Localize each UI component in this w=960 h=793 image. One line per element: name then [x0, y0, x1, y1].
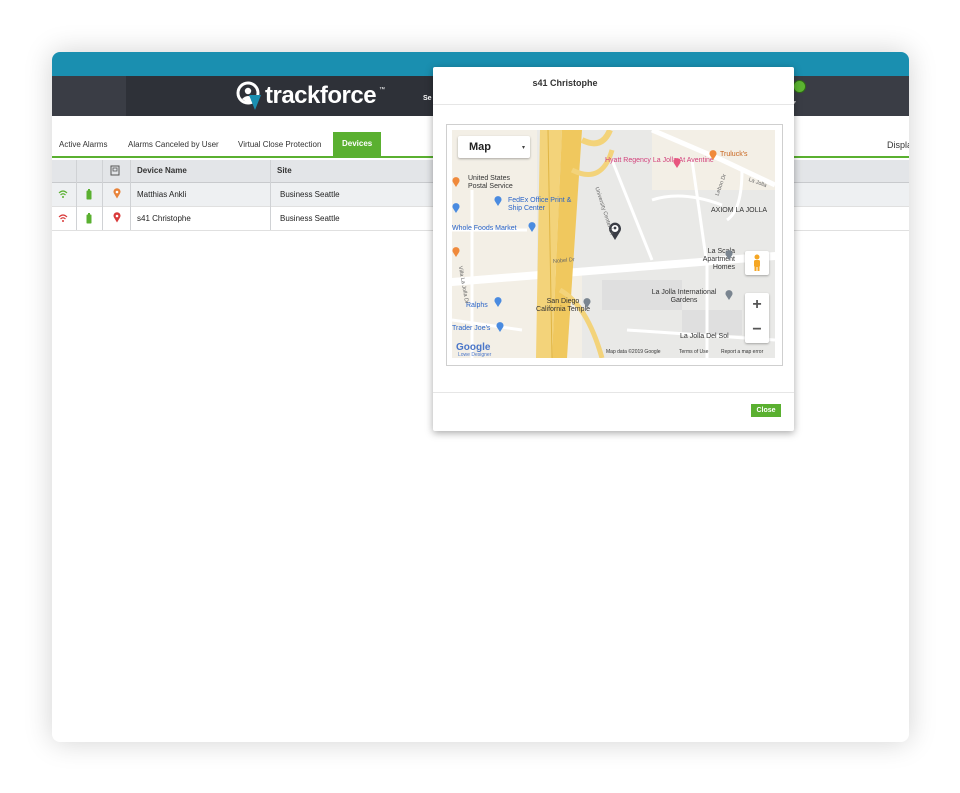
chevron-down-icon: ▾	[522, 145, 526, 151]
column-header-site[interactable]: Site	[277, 160, 292, 182]
tab-alarms-canceled-by-user[interactable]: Alarms Canceled by User	[128, 132, 219, 157]
column-divider	[270, 160, 271, 230]
user-status-dot[interactable]	[793, 80, 806, 93]
device-location-modal: s41 Christophe Map ▾ Hyatt Regency La Jo…	[433, 67, 794, 431]
terms-of-use-link[interactable]: Terms of Use	[679, 349, 708, 355]
location-pin-logo-icon	[236, 81, 261, 110]
restaurant-pin-icon[interactable]	[709, 150, 717, 160]
close-button[interactable]: Close	[751, 404, 781, 417]
trackforce-logo[interactable]: trackforce ™	[236, 80, 385, 112]
map-place-label[interactable]: Trader Joe's	[452, 325, 490, 333]
shopping-pin-icon[interactable]	[452, 203, 460, 213]
map-canvas[interactable]: Map ▾ Hyatt Regency La Jolla At Aventine…	[452, 130, 775, 358]
map-type-select[interactable]: Map ▾	[458, 136, 530, 158]
column-divider	[102, 160, 103, 230]
tab-virtual-close-protection[interactable]: Virtual Close Protection	[238, 132, 321, 157]
shopping-pin-icon[interactable]	[494, 196, 502, 206]
map-place-label[interactable]: United States Postal Service	[468, 175, 528, 191]
zoom-control: + −	[745, 293, 769, 343]
header-nav-item[interactable]: Se	[423, 95, 432, 102]
zoom-in-button[interactable]: +	[745, 293, 769, 317]
place-pin-icon[interactable]	[725, 290, 733, 300]
column-header-device-name[interactable]: Device Name	[137, 160, 187, 182]
map-place-label[interactable]: La Jolla Del Sol	[680, 333, 729, 341]
place-pin-icon[interactable]	[725, 250, 733, 260]
map-data-attribution: Map data ©2019 Google	[606, 349, 661, 355]
map-place-label[interactable]: Hyatt Regency La Jolla At Aventine	[605, 157, 714, 165]
wifi-off-icon	[58, 214, 68, 222]
logo-trademark: ™	[379, 87, 386, 93]
tab-devices[interactable]: Devices	[333, 132, 382, 156]
street-view-control[interactable]	[745, 251, 769, 275]
column-divider	[76, 160, 77, 230]
zoom-out-button[interactable]: −	[745, 318, 769, 342]
map-place-label[interactable]: FedEx Office Print & Ship Center	[508, 197, 582, 213]
map-type-label: Map	[469, 141, 491, 153]
map-frame: Map ▾ Hyatt Regency La Jolla At Aventine…	[446, 124, 783, 366]
battery-icon	[86, 213, 92, 224]
device-name: Matthias Ankli	[137, 190, 187, 199]
modal-footer-divider	[433, 392, 794, 393]
location-pin-icon[interactable]	[113, 188, 121, 199]
battery-icon	[86, 189, 92, 200]
device-column-icon[interactable]	[110, 165, 120, 176]
location-pin-icon[interactable]	[113, 212, 121, 223]
wifi-icon	[58, 190, 68, 198]
modal-title: s41 Christophe	[532, 78, 598, 88]
column-divider	[130, 160, 131, 230]
place-pin-icon[interactable]	[583, 298, 591, 308]
map-place-label[interactable]: Truluck's	[720, 151, 748, 159]
shopping-pin-icon[interactable]	[528, 222, 536, 232]
pegman-icon	[754, 254, 760, 271]
shopping-pin-icon[interactable]	[494, 297, 502, 307]
restaurant-pin-icon[interactable]	[452, 177, 460, 187]
map-place-label[interactable]: Whole Foods Market	[452, 225, 517, 233]
site-name: Business Seattle	[280, 190, 340, 199]
hotel-pin-icon[interactable]	[673, 158, 681, 168]
restaurant-pin-icon[interactable]	[452, 247, 460, 257]
map-place-label[interactable]: La Jolla International Gardens	[641, 289, 727, 305]
tab-active-alarms[interactable]: Active Alarms	[59, 132, 107, 157]
report-map-error-link[interactable]: Report a map error	[721, 349, 763, 355]
modal-header-divider	[433, 104, 794, 105]
logo-wordmark: trackforce	[265, 82, 377, 109]
display-label[interactable]: Displa	[887, 140, 909, 150]
shopping-pin-icon[interactable]	[496, 322, 504, 332]
device-name: s41 Christophe	[137, 214, 191, 223]
map-place-label: Lowe Designer	[458, 352, 492, 358]
map-place-label[interactable]: AXIOM LA JOLLA	[711, 207, 767, 215]
site-name: Business Seattle	[280, 214, 340, 223]
